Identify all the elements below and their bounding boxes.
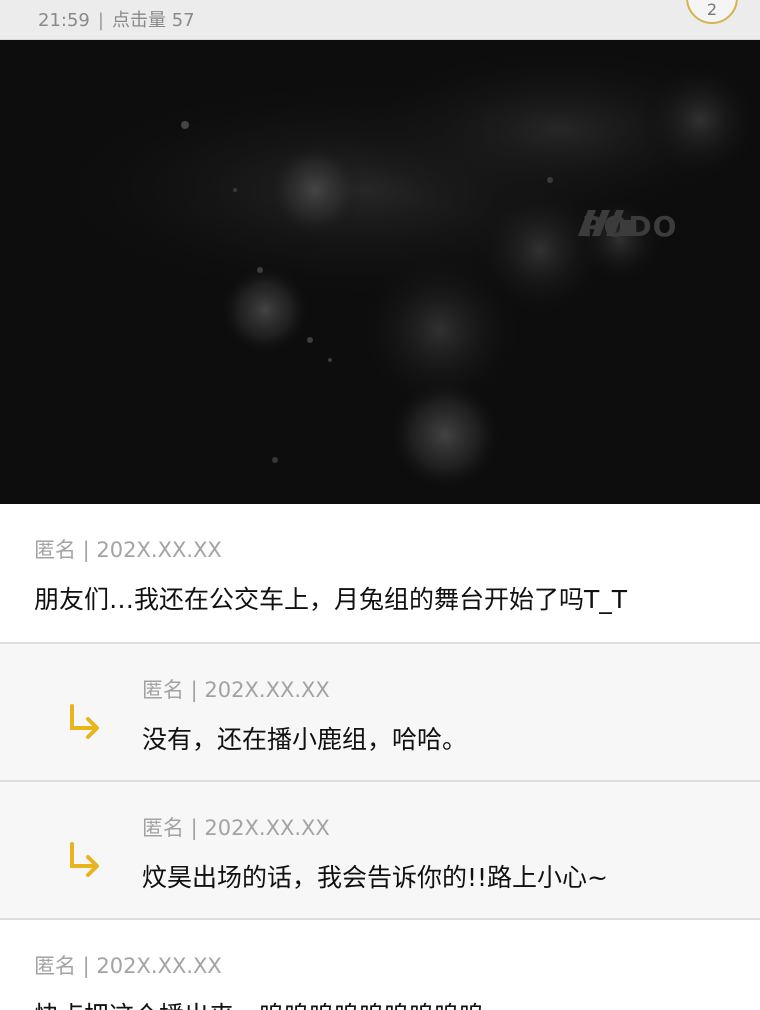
- comment-author: 匿名 | 202X.XX.XX: [34, 538, 222, 562]
- views-label: 点击量: [111, 10, 166, 31]
- post-time: 21:59: [38, 10, 90, 31]
- reply-arrow-icon: [70, 842, 99, 877]
- reply-item: 匿名 | 202X.XX.XX 没有，还在播小鹿组，哈哈。: [0, 644, 760, 780]
- post-video[interactable]: PODO: [0, 40, 760, 504]
- post-meta: 21:59 | 点击量 57: [38, 6, 195, 32]
- reply-author: 匿名 | 202X.XX.XX: [142, 816, 330, 840]
- post-page: 21:59 | 点击量 57 2 匿名 | 202X.XX.XX 朋友们…我还在…: [0, 0, 760, 1010]
- comment-text: 朋友们…我还在公交车上，月兔组的舞台开始了吗T_T: [34, 585, 628, 614]
- comment-count-badge[interactable]: 2: [686, 0, 738, 24]
- reply-text: 炆昊出场的话，我会告诉你的!!路上小心~: [142, 863, 608, 892]
- video-frame: [0, 40, 760, 504]
- reply-item: 匿名 | 202X.XX.XX 炆昊出场的话，我会告诉你的!!路上小心~: [0, 782, 760, 918]
- comment-item: 匿名 | 202X.XX.XX 快点把这个播出来，呜呜呜呜呜呜呜呜呜: [0, 920, 760, 1010]
- reply-arrow-icon: [70, 704, 99, 739]
- comment-item: 匿名 | 202X.XX.XX 朋友们…我还在公交车上，月兔组的舞台开始了吗T_…: [0, 504, 760, 642]
- post-header: 21:59 | 点击量 57 2: [0, 0, 760, 40]
- meta-separator: |: [97, 10, 104, 31]
- comment-author: 匿名 | 202X.XX.XX: [34, 954, 222, 978]
- comment-text: 快点把这个播出来，呜呜呜呜呜呜呜呜呜: [34, 996, 484, 1010]
- views-count: 57: [171, 10, 195, 31]
- reply-author: 匿名 | 202X.XX.XX: [142, 678, 330, 702]
- podo-watermark: PODO: [578, 210, 677, 243]
- reply-text: 没有，还在播小鹿组，哈哈。: [142, 725, 468, 754]
